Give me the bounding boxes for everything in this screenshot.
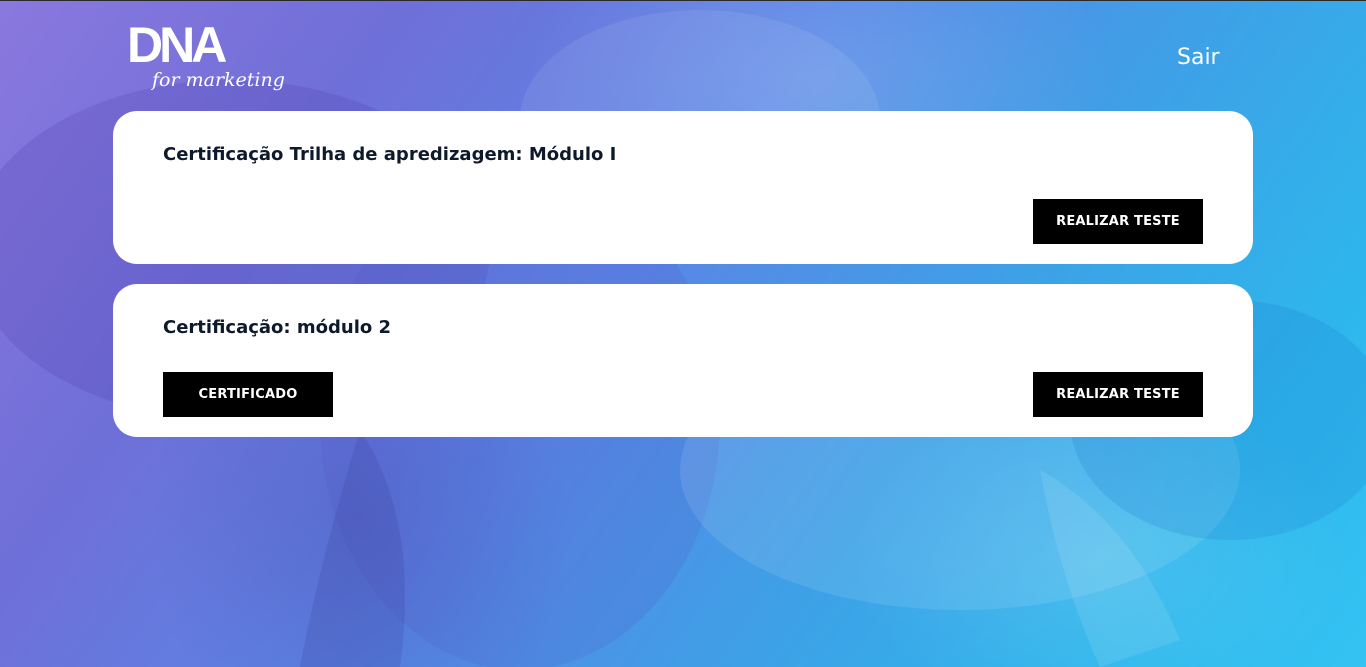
logout-link[interactable]: Sair	[1177, 44, 1220, 72]
card-title: Certificação Trilha de apredizagem: Módu…	[163, 144, 617, 165]
certification-card-module-1: Certificação Trilha de apredizagem: Módu…	[113, 111, 1253, 264]
take-test-button[interactable]: REALIZAR TESTE	[1033, 199, 1203, 244]
take-test-button[interactable]: REALIZAR TESTE	[1033, 372, 1203, 417]
top-border	[0, 0, 1366, 1]
logo-secondary-text: for marketing	[150, 69, 285, 91]
certificate-button[interactable]: CERTIFICADO	[163, 372, 333, 417]
certification-card-module-2: Certificação: módulo 2 CERTIFICADO REALI…	[113, 284, 1253, 437]
dna-logo-graphic: DNA for marketing	[127, 17, 285, 91]
dna-logo[interactable]: DNA for marketing	[127, 17, 287, 94]
card-title: Certificação: módulo 2	[163, 317, 392, 338]
logo-primary-text: DNA	[127, 18, 226, 73]
